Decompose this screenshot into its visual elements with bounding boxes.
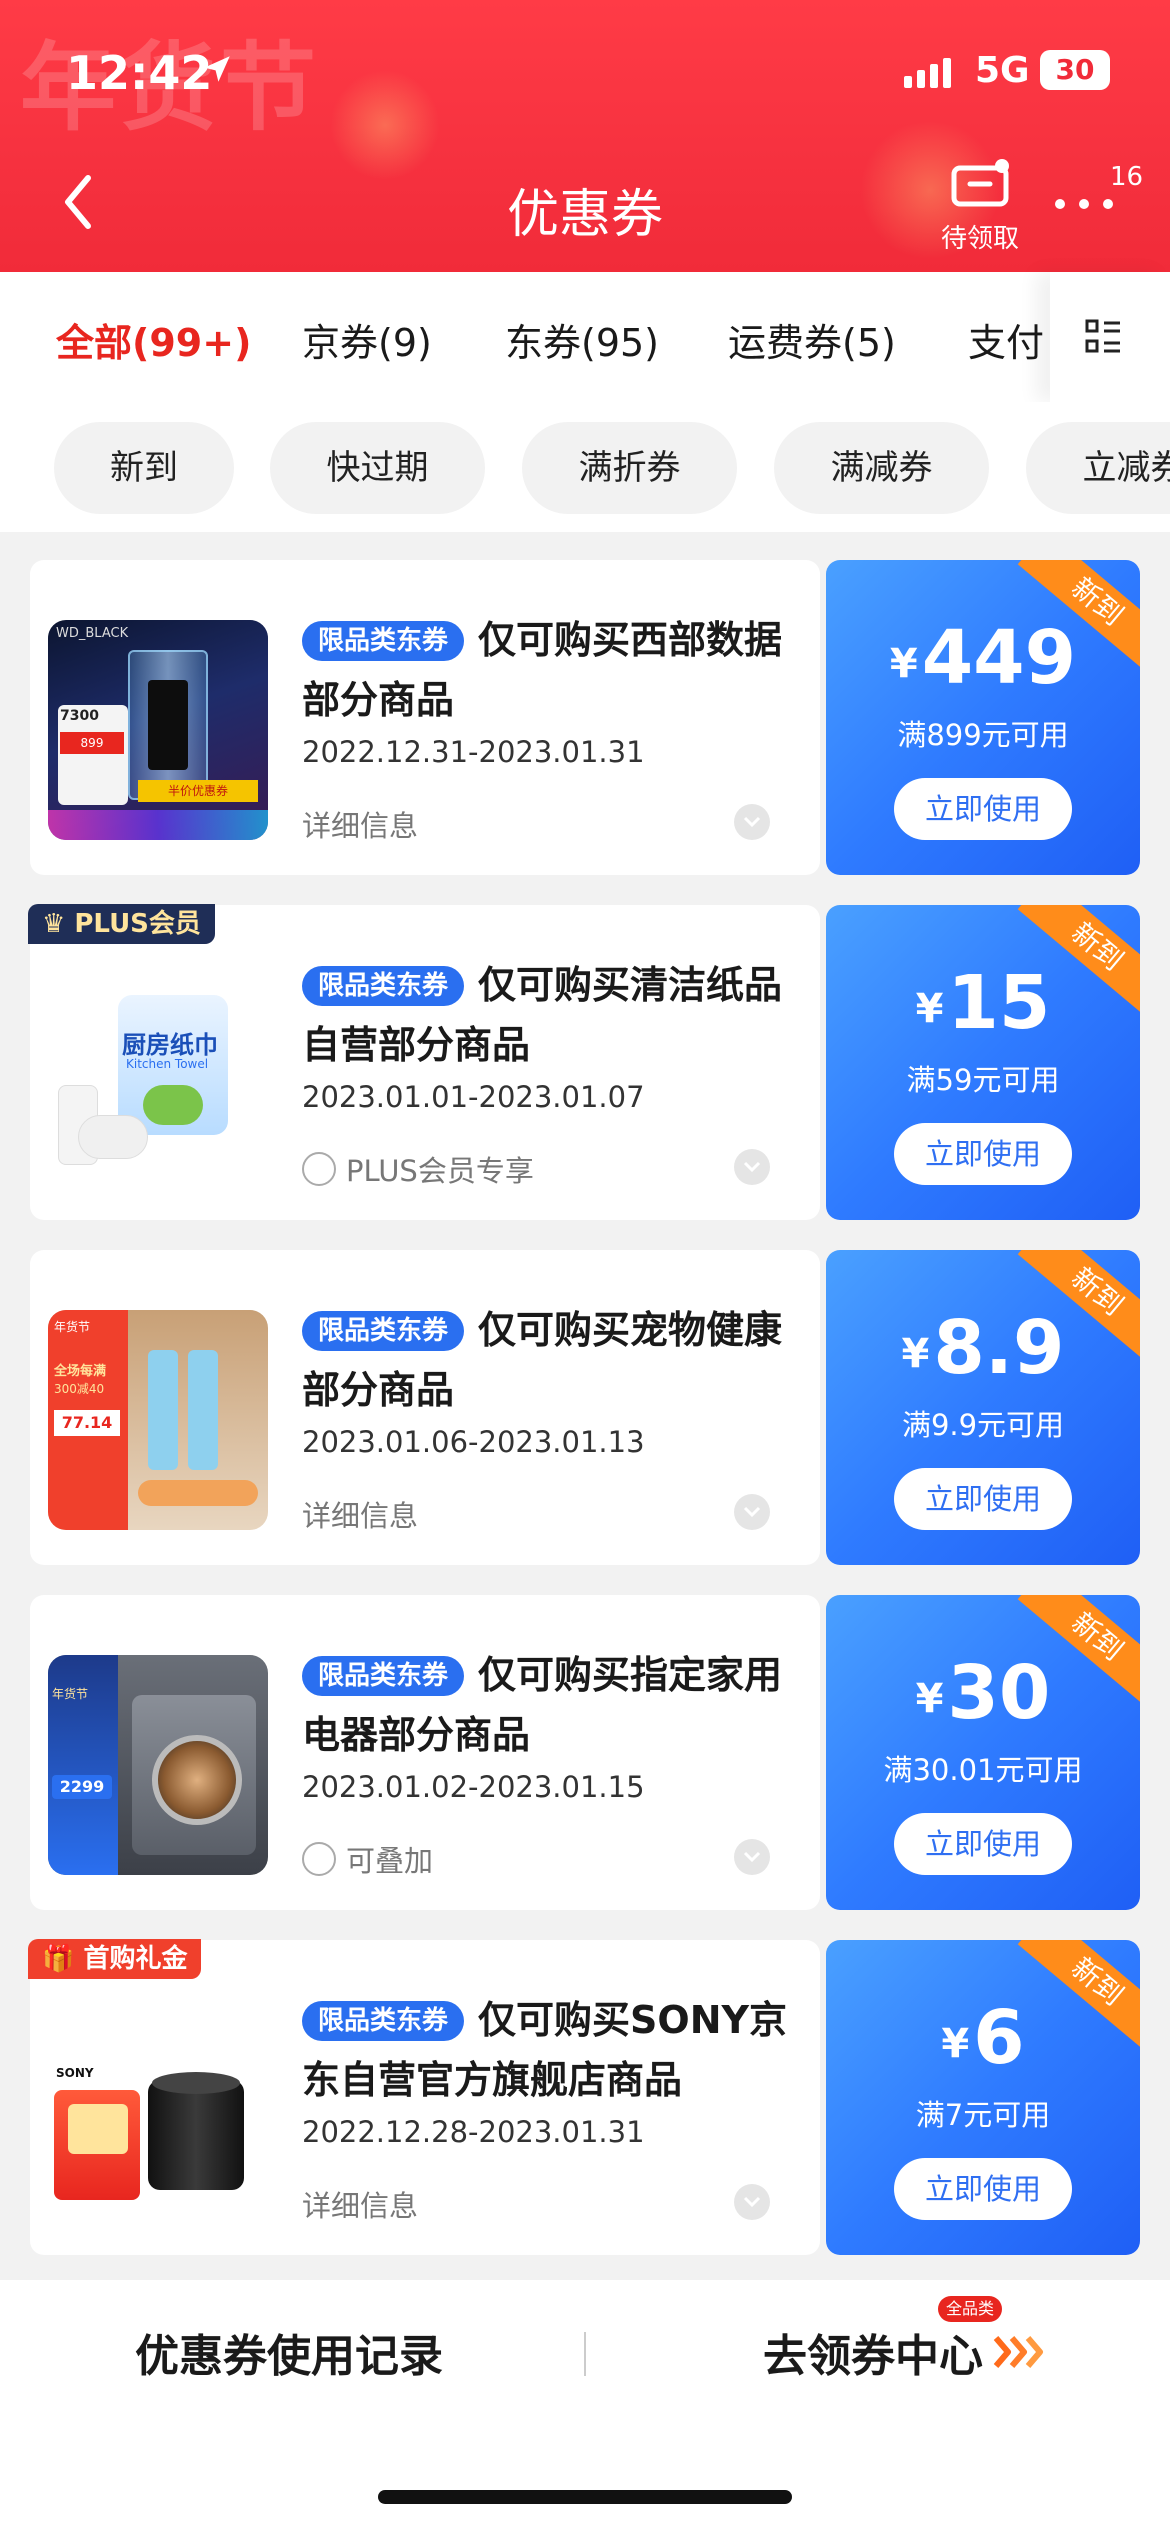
coupon-plus-exclusive: PLUS会员专享 [302, 1148, 534, 1190]
coupon-condition: 满899元可用 [897, 718, 1069, 752]
expand-chevron-icon[interactable] [734, 804, 770, 840]
coupon-info-panel: ♛ PLUS会员 厨房纸巾 Kitchen Towel 限品类东券 仅可购买清洁纸… [28, 904, 820, 1220]
coupon-stackable: 可叠加 [302, 1838, 433, 1880]
triple-chevron-right-icon[interactable] [992, 2332, 1048, 2372]
coupon-value-panel: 新到 ¥15 满59元可用 立即使用 [826, 905, 1140, 1220]
coupon-value-panel: 新到 ¥449 满899元可用 立即使用 [826, 560, 1140, 875]
coupon-card[interactable]: 🎁 首购礼金 SONY 限品类东券 仅可购买SONY京东自营官方旗舰店商品 202… [28, 1939, 1140, 2255]
cellular-signal-icon [904, 58, 951, 88]
use-now-button[interactable]: 立即使用 [894, 1468, 1072, 1530]
coupon-type-tag: 限品类东券 [302, 1656, 465, 1696]
coupon-details-link[interactable]: 详细信息 [302, 2183, 418, 2225]
coupon-card[interactable]: 年货节 全场每满 300减40 77.14 限品类东券 仅可购买宠物健康部分商品 … [30, 1250, 1140, 1565]
network-type: 5G [975, 50, 1030, 91]
use-now-button[interactable]: 立即使用 [894, 778, 1072, 840]
pending-coupons-button[interactable]: 待领取 [930, 156, 1030, 255]
product-image-kitchen-towel: 厨房纸巾 Kitchen Towel [48, 965, 268, 1185]
coupon-value-panel: 新到 ¥6 满7元可用 立即使用 [826, 1940, 1140, 2255]
coupon-card[interactable]: WD_BLACK 7300 899 半价优惠券 限品类东券 仅可购买西部数据部分商… [30, 560, 1140, 875]
tab-menu-button[interactable] [1050, 272, 1170, 402]
header: 年货节 12:42 5G 30 优惠券 待领取 16 [0, 0, 1170, 272]
use-now-button[interactable]: 立即使用 [894, 1123, 1072, 1185]
coupon-validity-date: 2023.01.02-2023.01.15 [302, 1770, 645, 1804]
coupon-condition: 满7元可用 [915, 2098, 1051, 2132]
all-categories-badge: 全品类 [938, 2296, 1003, 2322]
coupon-type-tag: 限品类东券 [302, 966, 465, 1006]
coupon-validity-date: 2022.12.31-2023.01.31 [302, 735, 645, 769]
coupon-info-panel: 🎁 首购礼金 SONY 限品类东券 仅可购买SONY京东自营官方旗舰店商品 202… [28, 1939, 820, 2255]
coupon-title: 限品类东券 仅可购买清洁纸品自营部分商品 [302, 963, 783, 1067]
product-image-washing-machine: 年货节 2299 [48, 1655, 268, 1875]
coupon-title: 限品类东券 仅可购买SONY京东自营官方旗舰店商品 [302, 1998, 788, 2102]
coupon-amount: ¥449 [889, 615, 1077, 701]
coupon-center-link[interactable]: 去领券中心 [763, 2320, 983, 2384]
expand-chevron-icon[interactable] [734, 1149, 770, 1185]
first-purchase-ribbon: 🎁 首购礼金 [28, 1939, 202, 1979]
coupon-title: 限品类东券 仅可购买指定家用电器部分商品 [302, 1653, 783, 1757]
expand-chevron-icon[interactable] [734, 1839, 770, 1875]
tab-jing-coupons[interactable]: 京券(9) [302, 312, 432, 367]
use-now-button[interactable]: 立即使用 [894, 2158, 1072, 2220]
filter-new[interactable]: 新到 [54, 422, 234, 514]
product-image-sony-lens: SONY [48, 2000, 268, 2220]
coupon-title: 限品类东券 仅可购买宠物健康部分商品 [302, 1308, 783, 1412]
coupon-info-panel: WD_BLACK 7300 899 半价优惠券 限品类东券 仅可购买西部数据部分商… [30, 560, 820, 875]
crown-icon [302, 1152, 336, 1186]
status-time: 12:42 [66, 46, 213, 100]
gift-icon: 🎁 [42, 1944, 84, 1974]
filter-expiring[interactable]: 快过期 [270, 422, 485, 514]
filter-instant-reduction[interactable]: 立减券 [1026, 422, 1170, 514]
coupon-type-tag: 限品类东券 [302, 621, 465, 661]
coupon-type-tag: 限品类东券 [302, 1311, 465, 1351]
coupon-details-link[interactable]: 详细信息 [302, 803, 418, 845]
coupon-amount: ¥15 [915, 960, 1051, 1046]
tab-shipping-coupons[interactable]: 运费券(5) [728, 312, 896, 367]
expand-chevron-icon[interactable] [734, 2184, 770, 2220]
coupon-condition: 满30.01元可用 [883, 1753, 1083, 1787]
use-now-button[interactable]: 立即使用 [894, 1813, 1072, 1875]
more-dots-icon[interactable] [1052, 192, 1116, 216]
location-arrow-icon [204, 56, 230, 82]
coupon-filters: 新到 快过期 满折券 满减券 立减券 [0, 402, 1170, 532]
coupon-value-panel: 新到 ¥30 满30.01元可用 立即使用 [826, 1595, 1140, 1910]
category-tabs: 全部(99+) 京券(9) 东券(95) 运费券(5) 支付 [0, 272, 1170, 402]
coupon-usage-records-link[interactable]: 优惠券使用记录 [135, 2320, 443, 2384]
product-image-wd-ssd: WD_BLACK 7300 899 半价优惠券 [48, 620, 268, 840]
filter-full-reduction[interactable]: 满减券 [774, 422, 989, 514]
divider [584, 2332, 586, 2376]
stackable-icon [302, 1842, 336, 1876]
home-indicator [378, 2490, 792, 2504]
list-grid-icon [1085, 319, 1120, 353]
firework-decoration [330, 70, 440, 180]
tab-dong-coupons[interactable]: 东券(95) [505, 312, 659, 367]
coupon-info-panel: 年货节 2299 限品类东券 仅可购买指定家用电器部分商品 2023.01.02-… [30, 1595, 820, 1910]
coupon-details-link[interactable]: 详细信息 [302, 1493, 418, 1535]
coupon-type-tag: 限品类东券 [302, 2001, 465, 2041]
message-count-badge: 16 [1110, 162, 1144, 192]
plus-member-ribbon: ♛ PLUS会员 [28, 904, 215, 944]
pending-label: 待领取 [940, 224, 1019, 254]
image-brand-text: WD_BLACK [56, 626, 129, 641]
coupon-validity-date: 2023.01.01-2023.01.07 [302, 1080, 645, 1114]
coupon-validity-date: 2023.01.06-2023.01.13 [302, 1425, 645, 1459]
product-image-pet-health: 年货节 全场每满 300减40 77.14 [48, 1310, 268, 1530]
coupon-card[interactable]: 年货节 2299 限品类东券 仅可购买指定家用电器部分商品 2023.01.02-… [30, 1595, 1140, 1910]
coupon-card[interactable]: ♛ PLUS会员 厨房纸巾 Kitchen Towel 限品类东券 仅可购买清洁纸… [28, 904, 1140, 1220]
crown-icon: ♛ [42, 909, 75, 939]
filter-discount[interactable]: 满折券 [522, 422, 737, 514]
coupon-title: 限品类东券 仅可购买西部数据部分商品 [302, 618, 783, 722]
coupon-validity-date: 2022.12.28-2023.01.31 [302, 2115, 645, 2149]
coupon-condition: 满9.9元可用 [901, 1408, 1065, 1442]
coupon-info-panel: 年货节 全场每满 300减40 77.14 限品类东券 仅可购买宠物健康部分商品 … [30, 1250, 820, 1565]
coupon-amount: ¥30 [915, 1650, 1051, 1736]
coupon-gift-icon [951, 159, 1009, 207]
battery-icon: 30 [1040, 50, 1110, 90]
coupon-amount: ¥8.9 [901, 1305, 1065, 1391]
coupon-amount: ¥6 [941, 1995, 1025, 2081]
expand-chevron-icon[interactable] [734, 1494, 770, 1530]
coupon-condition: 满59元可用 [906, 1063, 1060, 1097]
coupon-value-panel: 新到 ¥8.9 满9.9元可用 立即使用 [826, 1250, 1140, 1565]
tab-payment-coupons[interactable]: 支付 [968, 312, 1044, 367]
tab-all[interactable]: 全部(99+) [56, 312, 251, 367]
